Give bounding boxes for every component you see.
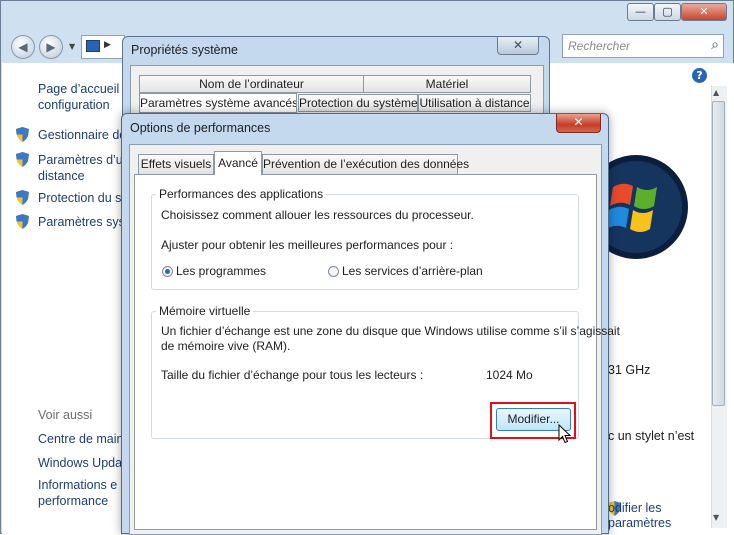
back-button[interactable]: ◀: [11, 35, 35, 59]
windows-update-link[interactable]: Windows Updat: [38, 455, 126, 471]
system-protection-link[interactable]: Protection du sy: [38, 190, 128, 206]
remote-settings-line2: distance: [38, 169, 85, 183]
performance-info-line2: performance: [38, 494, 109, 508]
tab-visual-effects[interactable]: Effets visuels: [138, 154, 214, 174]
scroll-down-icon[interactable]: ▼: [713, 513, 719, 522]
shield-icon: [16, 214, 29, 232]
dialog-title: Options de performances: [130, 121, 271, 135]
performance-info-link[interactable]: Informations e performance: [38, 477, 117, 509]
paging-file-size-label: Taille du fichier d’échange pour tous le…: [161, 368, 424, 382]
change-settings-line2: paramètres: [608, 516, 672, 530]
scrollbar-thumb[interactable]: [712, 101, 725, 406]
change-settings-link[interactable]: odifier les paramètres: [608, 501, 671, 531]
performance-info-line1: Informations e: [38, 478, 118, 492]
radio-programs-label: Les programmes: [176, 264, 267, 278]
shield-icon: [16, 190, 29, 208]
home-link-line1: Page d’accueil d: [38, 82, 130, 96]
virtual-memory-description: Un fichier d’échange est une zone du dis…: [161, 324, 620, 354]
description-line1: Un fichier d’échange est une zone du dis…: [161, 324, 620, 338]
performance-options-dialog: Options de performances ✕ Effets visuels…: [121, 113, 620, 535]
shield-icon: [16, 152, 29, 170]
forward-button[interactable]: ▶: [39, 35, 63, 59]
advanced-tab-panel: Performances des applications Choisissez…: [134, 174, 620, 530]
virtual-memory-legend: Mémoire virtuelle: [156, 304, 254, 318]
description-line2: de mémoire vive (RAM).: [161, 339, 291, 353]
radio-background-services[interactable]: Les services d’arrière-plan: [328, 264, 483, 278]
radio-button[interactable]: [328, 265, 339, 277]
app-performance-description: Choisissez comment allouer les ressource…: [161, 208, 474, 222]
search-input[interactable]: Rechercher ⌕: [562, 34, 724, 58]
search-placeholder: Rechercher: [568, 39, 631, 53]
dialog-body: Effets visuels Avancé Prévention de l’ex…: [129, 144, 620, 535]
home-link-line2: configuration: [38, 98, 110, 112]
app-performance-legend: Performances des applications: [156, 187, 327, 201]
action-center-link[interactable]: Centre de maint: [38, 431, 127, 447]
shield-icon: [16, 127, 29, 145]
search-icon[interactable]: ⌕: [711, 37, 719, 53]
radio-button[interactable]: [162, 265, 173, 277]
address-bar[interactable]: ▶: [81, 35, 125, 59]
radio-background-label: Les services d’arrière-plan: [342, 264, 483, 278]
see-also-heading: Voir aussi: [38, 408, 93, 422]
change-settings-line1: odifier les: [608, 501, 662, 515]
help-icon[interactable]: ?: [692, 68, 707, 83]
tab-computer-name[interactable]: Nom de l’ordinateur: [139, 75, 364, 93]
adjust-label: Ajuster pour obtenir les meilleures perf…: [161, 238, 454, 252]
device-manager-link[interactable]: Gestionnaire de: [38, 127, 126, 143]
tab-advanced-settings[interactable]: Paramètres système avancés: [139, 93, 297, 113]
close-button[interactable]: ✕: [681, 3, 727, 21]
maximize-button[interactable]: ▢: [654, 3, 681, 21]
remote-settings-line1: Paramètres d’ut: [38, 153, 127, 167]
pen-input-text: c un stylet n’est: [608, 429, 695, 443]
paging-file-size-value: 1024 Mo: [486, 368, 533, 382]
recent-pages-icon[interactable]: ▼: [69, 42, 75, 51]
control-panel-home-link[interactable]: Page d’accueil d configuration: [38, 81, 130, 113]
left-pane: Page d’accueil d configuration Gestionna…: [2, 63, 135, 534]
tab-remote[interactable]: Utilisation à distance: [418, 94, 531, 112]
scroll-up-icon[interactable]: ▲: [713, 88, 719, 97]
minimize-button[interactable]: —: [627, 3, 654, 21]
tab-data-execution-prevention[interactable]: Prévention de l’exécution des données: [262, 154, 469, 174]
breadcrumb-arrow-icon: ▶: [104, 40, 111, 50]
tab-advanced[interactable]: Avancé: [214, 151, 262, 175]
remote-settings-link[interactable]: Paramètres d’ut distance: [38, 152, 126, 184]
close-button[interactable]: ✕: [556, 114, 601, 133]
processor-speed-text: 31 GHz: [608, 363, 651, 377]
tab-hardware[interactable]: Matériel: [363, 75, 531, 93]
dialog-title: Propriétés système: [131, 43, 238, 57]
computer-icon: [86, 40, 100, 52]
tab-system-protection[interactable]: Protection du système: [298, 94, 418, 112]
radio-programs[interactable]: Les programmes: [162, 264, 266, 278]
mouse-cursor-icon: [558, 424, 572, 444]
close-button[interactable]: ✕: [497, 37, 539, 55]
